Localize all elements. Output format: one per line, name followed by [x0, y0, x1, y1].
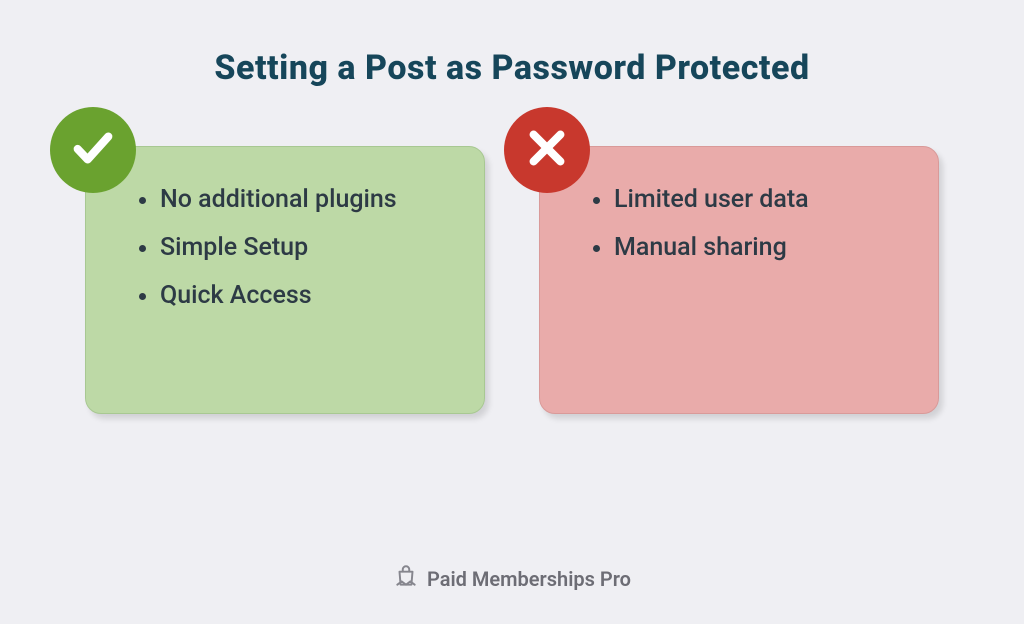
x-icon — [524, 125, 570, 175]
lock-bag-icon — [393, 563, 419, 594]
check-badge — [50, 107, 136, 193]
list-item: Limited user data — [614, 183, 904, 217]
page-title: Setting a Post as Password Protected — [0, 48, 1024, 88]
list-item: No additional plugins — [160, 183, 450, 217]
x-badge — [504, 107, 590, 193]
footer-brand: Paid Memberships Pro — [0, 563, 1024, 594]
pros-card: No additional plugins Simple Setup Quick… — [85, 146, 485, 414]
cards-row: No additional plugins Simple Setup Quick… — [0, 146, 1024, 414]
list-item: Simple Setup — [160, 231, 450, 265]
pros-list: No additional plugins Simple Setup Quick… — [134, 183, 450, 312]
brand-label: Paid Memberships Pro — [427, 567, 631, 591]
cons-card: Limited user data Manual sharing — [539, 146, 939, 414]
list-item: Quick Access — [160, 279, 450, 313]
list-item: Manual sharing — [614, 231, 904, 265]
cons-list: Limited user data Manual sharing — [588, 183, 904, 265]
check-icon — [70, 125, 116, 175]
